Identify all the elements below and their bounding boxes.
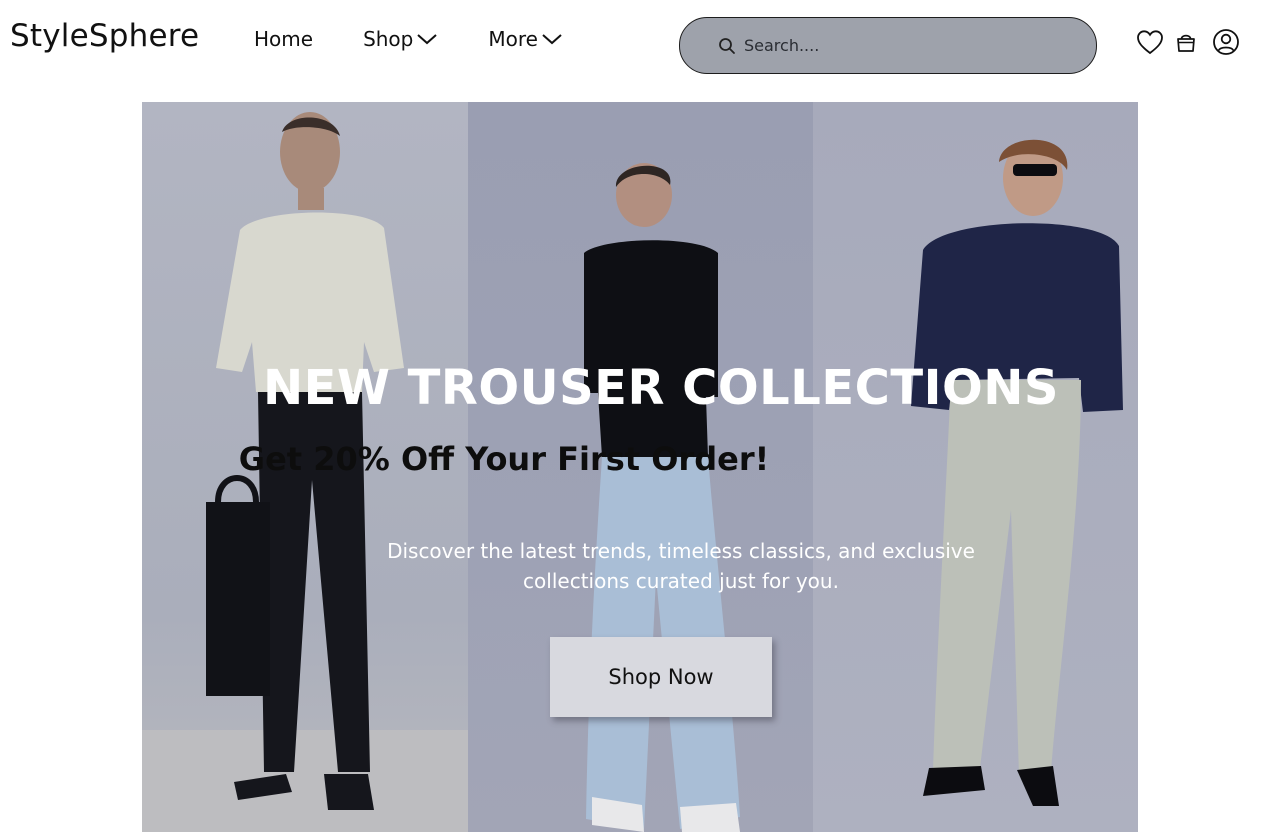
cart-button[interactable]: [1174, 30, 1212, 54]
hero-copy: NEW TROUSER COLLECTIONS Get 20% Off Your…: [142, 102, 1138, 832]
main-nav: Home Shop More: [254, 24, 563, 54]
user-icon: [1213, 29, 1239, 55]
wishlist-button[interactable]: [1136, 29, 1174, 55]
nav-more-label: More: [488, 27, 538, 51]
nav-shop-dropdown[interactable]: Shop: [363, 24, 438, 54]
hero-title: NEW TROUSER COLLECTIONS: [263, 360, 1059, 416]
nav-shop-label: Shop: [363, 27, 414, 51]
search-bar[interactable]: [679, 17, 1097, 74]
heart-icon: [1137, 30, 1163, 55]
chevron-down-icon: [417, 34, 438, 45]
shopping-bag-icon: [1177, 34, 1195, 52]
chevron-down-icon: [542, 34, 562, 45]
nav-home-label: Home: [254, 27, 314, 51]
search-icon: [719, 37, 735, 54]
brand-logo[interactable]: StyleSphere: [10, 18, 199, 54]
hero-subtitle-text: Get 20% Off Your First Order!: [238, 440, 770, 478]
hero-banner: NEW TROUSER COLLECTIONS Get 20% Off Your…: [142, 102, 1138, 832]
hero-description: Discover the latest trends, timeless cla…: [387, 539, 975, 593]
account-button[interactable]: [1212, 28, 1240, 56]
nav-home[interactable]: Home: [254, 24, 313, 54]
header-actions: [1136, 28, 1240, 56]
shop-now-button[interactable]: Shop Now: [550, 637, 772, 717]
hero-subtitle: Get 20% Off Your First Order!: [142, 440, 1138, 478]
search-input[interactable]: [744, 36, 1064, 55]
nav-more-dropdown[interactable]: More: [488, 24, 563, 54]
site-header: StyleSphere Home Shop More: [0, 0, 1280, 90]
